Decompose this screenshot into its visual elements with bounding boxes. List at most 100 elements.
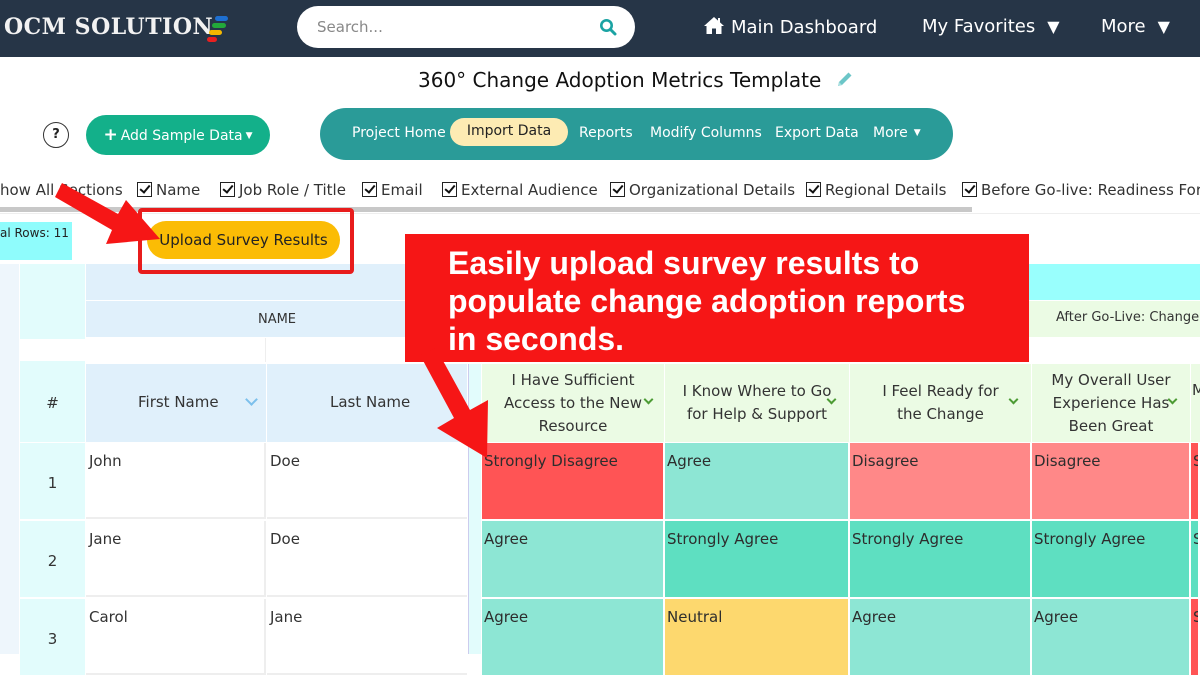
response-cell[interactable]: Disagree	[1032, 443, 1191, 521]
plus-icon: +	[103, 125, 118, 145]
tab-export-data[interactable]: Export Data	[775, 125, 859, 141]
cell-first-name[interactable]: Jane	[86, 521, 266, 597]
chevron-down-icon[interactable]	[445, 393, 458, 406]
response-cell[interactable]: Agree	[665, 443, 850, 521]
section-toggle-organizational-details[interactable]: Organizational Details	[610, 181, 795, 199]
col-header-q3[interactable]: I Feel Ready for the Change	[850, 364, 1031, 442]
section-toggle-email[interactable]: Email	[362, 181, 423, 199]
response-cell[interactable]: Agree	[850, 599, 1032, 677]
chevron-down-icon[interactable]	[1008, 394, 1019, 405]
response-cell[interactable]: S	[1191, 521, 1200, 599]
col-header-q5[interactable]: M	[1191, 364, 1200, 442]
cell-last-name[interactable]: Doe	[267, 521, 467, 597]
cell-last-name[interactable]: Doe	[267, 443, 467, 519]
promo-callout: Easily upload survey results to populate…	[405, 234, 1029, 362]
checkbox-checked[interactable]	[362, 182, 377, 197]
upload-survey-results-button[interactable]: Upload Survey Results	[147, 221, 340, 259]
checkbox-checked[interactable]	[137, 182, 152, 197]
cell-last-name[interactable]: Jane	[267, 599, 467, 675]
response-cell[interactable]: Agree	[482, 521, 665, 599]
col-header-q1[interactable]: I Have Sufficient Access to the New Reso…	[482, 364, 664, 442]
project-nav: Project Home Import Data Reports Modify …	[320, 108, 953, 160]
response-cell[interactable]: Strongly Agree	[1032, 521, 1191, 599]
cell-first-name[interactable]: John	[86, 443, 266, 519]
num-col-filter-blank	[20, 339, 85, 361]
checkbox-checked[interactable]	[962, 182, 977, 197]
help-button[interactable]: ?	[43, 122, 69, 148]
col-header-label: M	[1192, 381, 1200, 399]
section-toggle-job-role[interactable]: Job Role / Title	[220, 181, 346, 199]
response-cell[interactable]: S	[1191, 443, 1200, 521]
row-number: 2	[20, 521, 85, 597]
nav-main-dashboard-label: Main Dashboard	[731, 17, 878, 38]
section-label: External Audience	[461, 181, 598, 199]
response-cell[interactable]: Strongly Disagree	[482, 443, 665, 521]
row-number: 3	[20, 599, 85, 675]
col-header-num[interactable]: #	[20, 364, 85, 442]
filter-cell[interactable]	[86, 338, 266, 362]
group-header-after-go-live: After Go-Live: Change A	[1056, 310, 1200, 325]
col-header-label: My Overall User Experience Has Been Grea…	[1051, 370, 1171, 435]
caret-down-icon: ▼	[1157, 17, 1170, 36]
search-icon[interactable]	[599, 18, 617, 36]
section-label: Regional Details	[825, 181, 947, 199]
section-label: Before Go-live: Readiness For L	[981, 181, 1200, 199]
response-cell[interactable]: Neutral	[665, 599, 850, 677]
tab-more-label: More	[873, 125, 908, 141]
response-cell[interactable]: Agree	[482, 599, 665, 677]
chevron-down-icon[interactable]	[245, 393, 258, 406]
search-input[interactable]	[317, 16, 577, 38]
section-toggle-regional-details[interactable]: Regional Details	[806, 181, 946, 199]
total-rows-badge: al Rows: 11	[0, 222, 72, 260]
caret-down-icon: ▼	[245, 131, 253, 141]
checkbox-checked[interactable]	[442, 182, 457, 197]
checkbox-checked[interactable]	[806, 182, 821, 197]
section-toggle-external-audience[interactable]: External Audience	[442, 181, 598, 199]
col-header-label: Last Name	[330, 393, 411, 411]
row-selector-strip	[0, 264, 19, 654]
nav-more-label: More	[1101, 16, 1146, 37]
section-label: Job Role / Title	[239, 181, 346, 199]
tab-project-home[interactable]: Project Home	[352, 125, 446, 141]
section-toggle-before-go-live[interactable]: Before Go-live: Readiness For L	[962, 181, 1200, 199]
response-cell[interactable]: Disagree	[850, 443, 1032, 521]
col-header-last-name[interactable]: Last Name	[267, 364, 467, 442]
callout-line: in seconds.	[448, 321, 625, 357]
section-label: Name	[156, 181, 201, 199]
nav-main-dashboard[interactable]: Main Dashboard	[703, 16, 877, 38]
row-number: 1	[20, 443, 85, 519]
add-sample-data-button[interactable]: + Add Sample Data ▼	[86, 115, 270, 155]
tab-reports[interactable]: Reports	[579, 125, 633, 141]
nav-my-favorites[interactable]: My Favorites ▼	[922, 16, 1060, 37]
response-cell[interactable]: Strongly Agree	[850, 521, 1032, 599]
checkbox-checked[interactable]	[610, 182, 625, 197]
brand-logo-text[interactable]: OCM SOLUTION	[4, 14, 213, 40]
show-all-sections-link[interactable]: how All Sections	[0, 181, 123, 199]
pencil-icon[interactable]	[836, 70, 854, 88]
page-title-row: 360° Change Adoption Metrics Template	[418, 68, 854, 92]
tab-import-data[interactable]: Import Data	[450, 118, 568, 146]
section-toggle-name[interactable]: Name	[137, 181, 200, 199]
checkbox-checked[interactable]	[220, 182, 235, 197]
tab-modify-columns[interactable]: Modify Columns	[650, 125, 762, 141]
add-sample-data-label: Add Sample Data	[120, 128, 243, 144]
page-title: 360° Change Adoption Metrics Template	[418, 68, 822, 92]
col-header-label: I Have Sufficient Access to the New Reso…	[503, 370, 643, 435]
home-icon	[704, 17, 724, 34]
section-label: Organizational Details	[629, 181, 796, 199]
response-cell[interactable]: Strongly Agree	[665, 521, 850, 599]
nav-more[interactable]: More ▼	[1101, 16, 1170, 37]
tab-more[interactable]: More ▼	[873, 125, 921, 141]
search-box	[297, 6, 635, 48]
cell-first-name[interactable]: Carol	[86, 599, 266, 675]
caret-down-icon: ▼	[913, 128, 921, 138]
response-cell[interactable]: S	[1191, 599, 1200, 677]
col-header-first-name[interactable]: First Name	[86, 364, 266, 442]
response-cell[interactable]: Agree	[1032, 599, 1191, 677]
col-header-label: First Name	[138, 393, 219, 411]
col-header-q2[interactable]: I Know Where to Go for Help & Support	[665, 364, 849, 442]
callout-line: Easily upload survey results to	[448, 245, 920, 281]
brand-logo-icon	[206, 15, 230, 43]
col-header-q4[interactable]: My Overall User Experience Has Been Grea…	[1032, 364, 1190, 442]
spacer-col	[468, 364, 481, 654]
